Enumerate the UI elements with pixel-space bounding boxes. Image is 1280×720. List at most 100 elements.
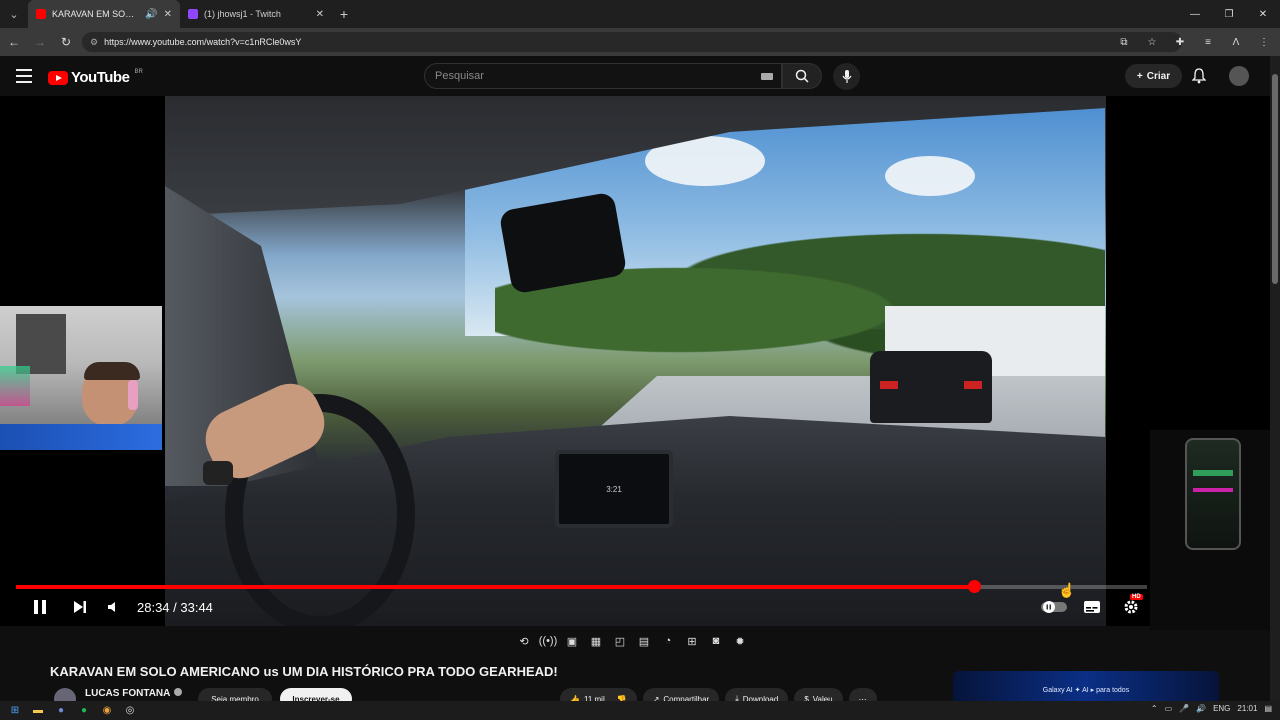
extension-settings-icon[interactable]: ✹ [731, 632, 749, 650]
site-info-icon[interactable]: ⚙ [90, 37, 98, 48]
progress-played [16, 585, 974, 589]
close-tab-icon[interactable]: ✕ [164, 9, 172, 20]
subtitles-button[interactable] [1082, 596, 1102, 618]
obs-icon[interactable]: ◎ [123, 704, 137, 718]
side-phone-ad[interactable] [1150, 430, 1270, 630]
account-avatar[interactable] [1229, 66, 1249, 86]
dash-screen-text: 3:21 [606, 484, 622, 494]
resize-icon[interactable]: ◰ [611, 632, 629, 650]
tab-search-icon[interactable]: ⌄ [0, 0, 28, 28]
url-field[interactable]: ⚙ https://www.youtube.com/watch?v=c1nRCl… [82, 32, 1182, 52]
search-input[interactable]: Pesquisar [424, 63, 782, 89]
address-bar-row: ← → ↻ ⚙ https://www.youtube.com/watch?v=… [0, 28, 1280, 56]
browser-tab-twitch[interactable]: (1) jhowsj1 - Twitch ✕ [180, 0, 332, 28]
speed-icon[interactable]: ◔ [659, 632, 677, 650]
progress-bar[interactable] [16, 580, 1147, 593]
show-hidden-icons[interactable]: ⌃ [1151, 704, 1158, 713]
pause-button[interactable] [30, 596, 50, 618]
video-dash-screen: 3:21 [555, 450, 673, 528]
channel-name[interactable]: LUCAS FONTANA [85, 688, 183, 699]
webcam-shelf [16, 314, 66, 374]
menu-icon[interactable]: ⋮ [1254, 32, 1274, 52]
subtitles-icon [1084, 601, 1100, 613]
audio-icon[interactable]: ((•)) [539, 632, 558, 650]
search-placeholder: Pesquisar [435, 70, 484, 82]
youtube-wordmark: YouTube [71, 69, 130, 86]
scrubber-handle[interactable] [967, 580, 981, 593]
settings-button[interactable]: HD [1118, 594, 1144, 618]
video-player[interactable]: 3:21 28:34 / 33:44 HD ☝ [0, 96, 1270, 626]
extensions-icon[interactable]: ✚ [1170, 32, 1190, 52]
webcam-lights [0, 366, 30, 406]
reload-icon[interactable]: ↻ [54, 30, 78, 54]
scrollbar-thumb[interactable] [1272, 74, 1278, 284]
next-icon [74, 601, 86, 613]
language-indicator[interactable]: ENG [1213, 704, 1230, 713]
restore-icon[interactable]: ❐ [1212, 0, 1246, 28]
twitch-favicon-icon [188, 9, 198, 19]
hamburger-menu-icon[interactable] [16, 69, 32, 83]
autoplay-toggle[interactable] [1040, 596, 1068, 618]
screenshot-icon[interactable]: ▣ [563, 632, 581, 650]
browser-tab-youtube[interactable]: KARAVAN EM SOLO AMERI 🔊 ✕ [28, 0, 180, 28]
video-car [870, 351, 992, 423]
close-window-icon[interactable]: ✕ [1246, 0, 1280, 28]
player-controls: 28:34 / 33:44 HD [0, 593, 1150, 623]
phone-bar [1193, 488, 1233, 492]
volume-button[interactable] [104, 596, 124, 618]
youtube-play-icon [48, 70, 68, 85]
next-button[interactable] [70, 596, 90, 618]
system-tray: ⌃ ▭ 🎤 🔊 ENG 21:01 ▤ [1151, 704, 1272, 713]
camera-icon[interactable]: ◙ [707, 632, 725, 650]
camera-tray-icon[interactable]: ▭ [1165, 704, 1173, 713]
theater-icon[interactable]: ▤ [635, 632, 653, 650]
video-frame[interactable]: 3:21 [165, 96, 1106, 626]
voice-search-button[interactable] [833, 63, 860, 90]
new-tab-button[interactable]: + [332, 6, 356, 22]
cast-icon[interactable]: ⧉ [1114, 32, 1134, 52]
youtube-logo[interactable]: YouTube BR [48, 69, 143, 86]
mic-tray-icon[interactable]: 🎤 [1179, 704, 1189, 713]
file-explorer-icon[interactable]: ▬ [31, 704, 45, 718]
browser-tab-strip: ⌄ KARAVAN EM SOLO AMERI 🔊 ✕ (1) jhowsj1 … [0, 0, 1280, 28]
notifications-icon[interactable]: ▤ [1264, 704, 1272, 713]
volume-icon [108, 602, 115, 612]
search-button[interactable] [782, 63, 822, 89]
speaker-icon[interactable]: 🔊 [145, 9, 157, 20]
loop-icon[interactable]: ⟲ [515, 632, 533, 650]
page-scrollbar[interactable] [1270, 56, 1280, 701]
windows-start-icon[interactable]: ⊞ [8, 704, 22, 718]
extension-toolbar: ⟲ ((•)) ▣ ▦ ◰ ▤ ◔ ⊞ ◙ ✹ [515, 630, 755, 652]
bookmark-star-icon[interactable]: ☆ [1142, 32, 1162, 52]
add-icon[interactable]: ⊞ [683, 632, 701, 650]
region-badge: BR [134, 69, 143, 75]
close-tab-icon[interactable]: ✕ [316, 9, 324, 20]
spotify-icon[interactable]: ● [77, 704, 91, 718]
create-label: Criar [1146, 70, 1171, 82]
verified-icon [174, 688, 183, 696]
webcam-chair [0, 424, 162, 450]
tab-title: KARAVAN EM SOLO AMERI [52, 9, 139, 19]
forward-icon[interactable]: → [28, 30, 52, 54]
cinema-icon[interactable]: ▦ [587, 632, 605, 650]
clock[interactable]: 21:01 [1237, 704, 1257, 713]
youtube-header: YouTube BR Pesquisar + Criar [0, 56, 1270, 96]
back-icon[interactable]: ← [2, 30, 26, 54]
volume-tray-icon[interactable]: 🔊 [1196, 704, 1206, 713]
profile-icon[interactable]: Λ [1226, 32, 1246, 52]
notifications-bell-icon[interactable] [1191, 68, 1207, 89]
chrome-icon[interactable]: ◉ [100, 704, 114, 718]
window-controls: — ❐ ✕ [1178, 0, 1280, 28]
discord-icon[interactable]: ● [54, 704, 68, 718]
minimize-icon[interactable]: — [1178, 0, 1212, 28]
time-display: 28:34 / 33:44 [137, 600, 213, 615]
pause-icon [34, 600, 46, 614]
windows-taskbar: ⊞ ▬ ● ● ◉ ◎ ⌃ ▭ 🎤 🔊 ENG 21:01 ▤ [0, 701, 1280, 720]
create-button[interactable]: + Criar [1125, 64, 1182, 88]
channel-name-text: LUCAS FONTANA [85, 688, 171, 699]
video-title: KARAVAN EM SOLO AMERICANO us UM DIA HIST… [50, 664, 558, 679]
keyboard-icon[interactable] [761, 73, 773, 80]
reading-list-icon[interactable]: ≡ [1198, 32, 1218, 52]
plus-icon: + [1136, 70, 1143, 82]
url-text: https://www.youtube.com/watch?v=c1nRCle0… [104, 37, 302, 47]
